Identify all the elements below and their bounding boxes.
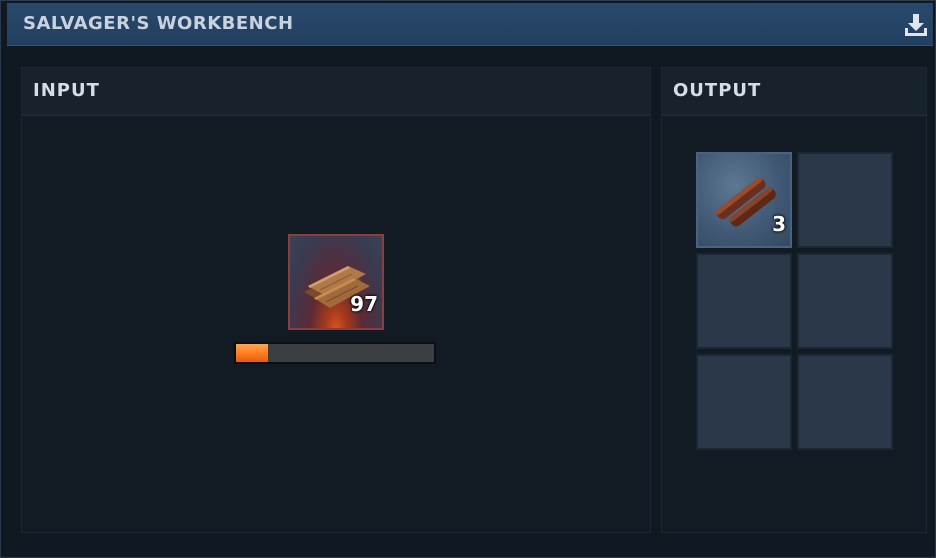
output-panel-title: OUTPUT: [673, 80, 762, 101]
salvage-progress-fill: [236, 344, 268, 362]
input-panel-header: INPUT: [22, 68, 650, 116]
input-slot-quantity: 97: [350, 292, 378, 316]
input-panel: INPUT 97: [21, 67, 651, 533]
workbench-window: SALVAGER'S WORKBENCH INPUT 97 OUTPUT 3: [0, 0, 936, 558]
output-slot-1[interactable]: 3: [696, 152, 792, 248]
download-icon[interactable]: [901, 10, 931, 40]
output-slot-2[interactable]: [797, 152, 893, 248]
output-slot-6[interactable]: [797, 354, 893, 450]
input-slot[interactable]: 97: [288, 234, 384, 330]
output-panel-header: OUTPUT: [662, 68, 926, 116]
wood-sticks-icon: [706, 166, 780, 236]
input-panel-title: INPUT: [33, 80, 100, 101]
output-slot-5[interactable]: [696, 354, 792, 450]
output-panel-body: 3: [662, 116, 926, 532]
window-title: SALVAGER'S WORKBENCH: [23, 13, 294, 34]
output-slot-3[interactable]: [696, 253, 792, 349]
output-panel: OUTPUT 3: [661, 67, 927, 533]
output-slot-1-quantity: 3: [772, 212, 786, 236]
salvage-progress-bar: [234, 342, 436, 364]
window-titlebar: SALVAGER'S WORKBENCH: [7, 3, 933, 46]
output-slot-4[interactable]: [797, 253, 893, 349]
input-panel-body: 97: [22, 116, 650, 532]
